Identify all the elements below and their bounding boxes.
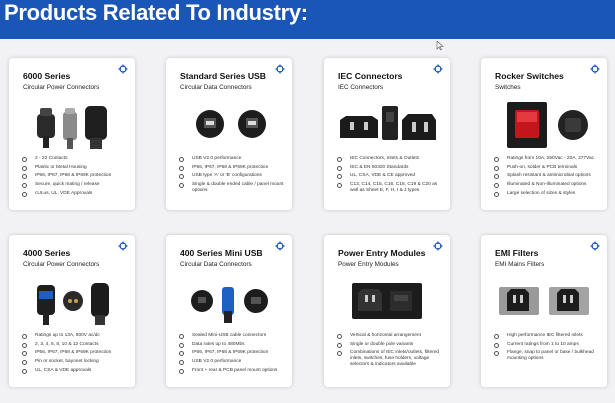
card-subtitle: Switches — [495, 84, 521, 91]
card-subtitle: Circular Data Connectors — [180, 261, 252, 268]
feature-list: Sealed Mini-USB cable connectors Data ra… — [178, 332, 288, 376]
feature-item: USB type 'A' or 'B' configurations — [178, 172, 288, 181]
product-card-rocker-switches[interactable]: Rocker Switches Switches Ratings from 10… — [481, 58, 607, 210]
feature-item: cULus, UL, VDE Approvals — [21, 190, 131, 199]
feature-item: Single or double pole variants — [336, 341, 446, 350]
feature-item: Current ratings from 1 to 10 amps — [493, 341, 603, 350]
card-title: 6000 Series — [23, 71, 71, 81]
card-subtitle: Circular Data Connectors — [180, 84, 252, 91]
circular-power-connector-image — [37, 106, 107, 149]
mini-usb-connector-image — [191, 287, 268, 323]
feature-item: Combinations of IEC inlets/outlets, filt… — [336, 349, 446, 369]
card-title: 400 Series Mini USB — [180, 248, 263, 258]
feature-list: 2 - 22 Contacts Plastic or Metal Housing… — [21, 155, 131, 199]
card-subtitle: IEC Connectors — [338, 84, 384, 91]
card-title: IEC Connectors — [338, 71, 403, 81]
card-title: EMI Filters — [495, 248, 539, 258]
feature-list: IEC Connectors, Inlets & Outlets IEC & E… — [336, 155, 446, 195]
link-icon[interactable] — [118, 64, 128, 74]
card-subtitle: Circular Power Connectors — [23, 84, 100, 91]
page-header: Products Related To Industry: — [0, 0, 615, 39]
feature-item: Ratings up to 13A, 600V ac/dc — [21, 332, 131, 341]
feature-list: USB V2.0 performance IP66, IP67, IP68 & … — [178, 155, 288, 195]
product-card-400-series-mini-usb[interactable]: 400 Series Mini USB Circular Data Connec… — [166, 235, 292, 387]
card-subtitle: Power Entry Modules — [338, 261, 399, 268]
feature-list: High performance IEC filtered inlets Cur… — [493, 332, 603, 364]
feature-list: Ratings up to 13A, 600V ac/dc 2, 3, 4, 6… — [21, 332, 131, 376]
feature-item: Large selection of sizes & styles — [493, 190, 603, 199]
product-card-standard-series-usb[interactable]: Standard Series USB Circular Data Connec… — [166, 58, 292, 210]
power-entry-module-image — [352, 283, 422, 319]
link-icon[interactable] — [275, 241, 285, 251]
card-title: 4000 Series — [23, 248, 71, 258]
circular-power-connector-image — [37, 283, 109, 325]
feature-item: 2 - 22 Contacts — [21, 155, 131, 164]
feature-item: Pin or socket, bayonet locking — [21, 358, 131, 367]
product-card-emi-filters[interactable]: EMI Filters EMI Mains Filters High perfo… — [481, 235, 607, 387]
feature-item: UL, CSA, VDE & CE approved — [336, 172, 446, 181]
link-icon[interactable] — [275, 64, 285, 74]
feature-item: USB V2.0 performance — [178, 155, 288, 164]
feature-item: Splash resistant & antimicrobial options — [493, 172, 603, 181]
feature-item: Flange, snap to panel or base / bulkhead… — [493, 349, 603, 363]
link-icon[interactable] — [118, 241, 128, 251]
feature-item: Illuminated & Non-Illuminated options — [493, 181, 603, 190]
feature-item: Secure, quick mating / release — [21, 181, 131, 190]
link-icon[interactable] — [433, 64, 443, 74]
feature-item: Plastic or Metal Housing — [21, 164, 131, 173]
link-icon[interactable] — [433, 241, 443, 251]
card-title: Rocker Switches — [495, 71, 564, 81]
feature-item: High performance IEC filtered inlets — [493, 332, 603, 341]
product-card-6000-series[interactable]: 6000 Series Circular Power Connectors 2 … — [9, 58, 135, 210]
card-subtitle: EMI Mains Filters — [495, 261, 545, 268]
feature-item: Sealed Mini-USB cable connectors — [178, 332, 288, 341]
product-card-iec-connectors[interactable]: IEC Connectors IEC Connectors IEC Connec… — [324, 58, 450, 210]
feature-item: IEC Connectors, Inlets & Outlets — [336, 155, 446, 164]
feature-item: USB V2.0 performance — [178, 358, 288, 367]
feature-list: Ratings from 10A, 250Vac - 20A, 277Vac P… — [493, 155, 603, 199]
feature-item: Front + rear & PCB panel mount options — [178, 367, 288, 376]
mouse-cursor-icon — [436, 41, 444, 51]
feature-item: Single & double ended cable / panel moun… — [178, 181, 288, 195]
rocker-switch-image — [507, 102, 588, 148]
feature-item: IP66, IP67, IP68 & IP69K protection — [178, 164, 288, 173]
feature-item: Data rates up to 480Mbs — [178, 341, 288, 350]
iec-connector-image — [340, 106, 436, 140]
feature-item: IP66, IP67, IP68 & IP69K protection — [21, 172, 131, 181]
feature-item: UL, CSA & VDE approvals — [21, 367, 131, 376]
feature-item: IEC & EN 60320 Standards — [336, 164, 446, 173]
feature-list: Vertical & horizontal arrangement Single… — [336, 332, 446, 369]
product-card-4000-series[interactable]: 4000 Series Circular Power Connectors Ra… — [9, 235, 135, 387]
card-subtitle: Circular Power Connectors — [23, 261, 100, 268]
feature-item: Push-on, solder & PCB terminals — [493, 164, 603, 173]
feature-item: 2, 3, 4, 6, 8, 10 & 12 Contacts — [21, 341, 131, 350]
page-title: Products Related To Industry: — [4, 0, 308, 25]
card-title: Power Entry Modules — [338, 248, 426, 258]
emi-filter-image — [499, 287, 589, 315]
link-icon[interactable] — [590, 64, 600, 74]
card-title: Standard Series USB — [180, 71, 266, 81]
feature-item: Vertical & horizontal arrangement — [336, 332, 446, 341]
product-card-power-entry-modules[interactable]: Power Entry Modules Power Entry Modules … — [324, 235, 450, 387]
feature-item: IP66, IP67, IP68 & IP69K protection — [178, 349, 288, 358]
link-icon[interactable] — [590, 241, 600, 251]
usb-connector-image — [196, 110, 266, 138]
feature-item: IP66, IP67, IP68 & IP69K protection — [21, 349, 131, 358]
feature-item: C13, C14, C15, C16, C18, C19 & C20 as we… — [336, 181, 446, 195]
feature-item: Ratings from 10A, 250Vac - 20A, 277Vac — [493, 155, 603, 164]
